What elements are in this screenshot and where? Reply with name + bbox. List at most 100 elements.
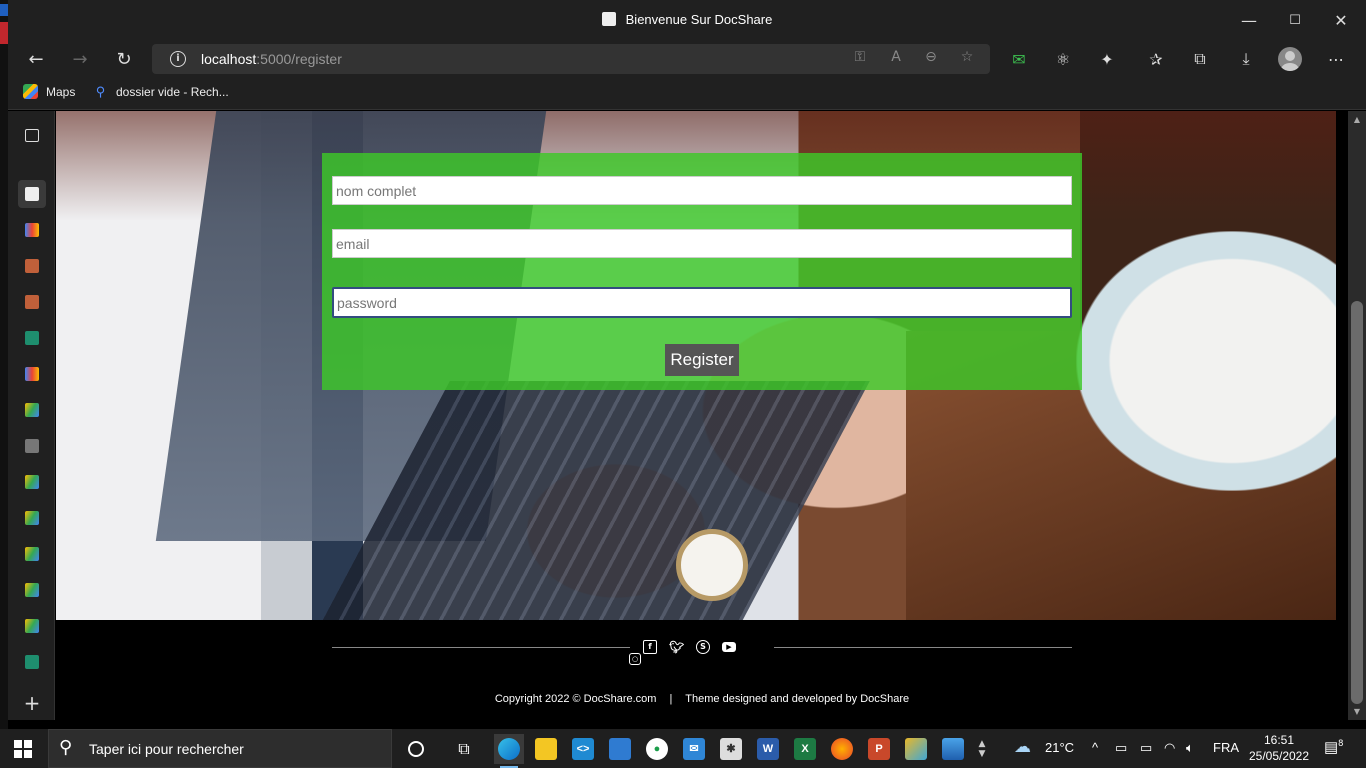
more-menu-icon[interactable]: ⋯ <box>1320 44 1352 74</box>
hero-watch <box>676 529 748 601</box>
address-bar[interactable]: i localhost:5000/register ⚿ A ⊖ ☆ <box>152 44 990 74</box>
favorite-label: dossier vide - Rech... <box>116 84 229 99</box>
tab-drive-6[interactable] <box>18 612 46 640</box>
tab-meet[interactable] <box>18 324 46 352</box>
email-input[interactable] <box>332 229 1072 258</box>
taskbar-overflow[interactable]: ▲ ▼ <box>974 734 990 764</box>
scroll-up-icon[interactable]: ▲ <box>1351 115 1363 125</box>
maps-icon <box>23 84 38 99</box>
key-icon[interactable]: ⚿ <box>850 49 870 69</box>
refresh-button[interactable]: ↻ <box>108 44 140 74</box>
cortana-icon <box>408 741 424 757</box>
password-input[interactable] <box>332 287 1072 318</box>
tab-meet-2[interactable] <box>18 648 46 676</box>
hero-sleeve <box>1076 231 1336 491</box>
favorite-maps[interactable]: Maps <box>23 84 75 99</box>
downloads-icon[interactable]: ⤓ <box>1230 44 1262 74</box>
scroll-down-icon[interactable]: ▼ <box>1351 707 1363 717</box>
clock[interactable]: 16:51 25/05/2022 <box>1248 732 1310 764</box>
forward-arrow-icon: → <box>72 48 88 70</box>
facebook-icon[interactable]: f <box>643 640 657 654</box>
page-scrollbar[interactable]: ▲ ▼ <box>1348 111 1366 720</box>
chevron-up-icon: ▲ <box>978 739 986 749</box>
extension-mail-icon[interactable]: ✉ <box>1003 44 1035 74</box>
tab-gmail[interactable] <box>18 216 46 244</box>
chevron-down-icon: ▼ <box>978 749 986 759</box>
drive-icon <box>25 475 39 489</box>
collections-icon[interactable]: ⧉ <box>1184 44 1216 74</box>
app-icon: ✱ <box>720 738 742 760</box>
minimize-button[interactable]: — <box>1226 0 1272 40</box>
footer-divider-left <box>332 647 630 648</box>
register-button[interactable]: Register <box>665 344 739 376</box>
weather-temperature[interactable]: 21°C <box>1045 740 1074 755</box>
notifications-button[interactable]: ▤8 <box>1324 738 1343 756</box>
wifi-icon[interactable]: ◠ <box>1164 740 1175 756</box>
site-info-icon[interactable]: i <box>170 51 186 67</box>
store-icon <box>609 738 631 760</box>
youtube-icon[interactable]: ▶ <box>722 642 736 652</box>
tab-docshare[interactable] <box>18 180 46 208</box>
url-text[interactable]: localhost:5000/register <box>201 51 342 67</box>
twitter-icon[interactable]: 🐦︎ <box>669 640 684 654</box>
extensions-puzzle-icon[interactable]: ✦ <box>1091 44 1123 74</box>
meet-icon <box>25 655 39 669</box>
taskbar-photos[interactable] <box>938 734 968 764</box>
skype-icon[interactable]: S <box>696 640 710 654</box>
start-button[interactable] <box>14 740 32 758</box>
weather-icon[interactable]: ☁ <box>1014 737 1031 757</box>
mail-icon: ✉ <box>683 738 705 760</box>
taskbar-store[interactable] <box>605 734 635 764</box>
vertical-tabs-sidebar: + <box>8 111 55 720</box>
battery-icon[interactable]: ▭ <box>1140 740 1152 756</box>
read-aloud-icon[interactable]: A <box>886 49 906 69</box>
scrollbar-thumb[interactable] <box>1351 301 1363 704</box>
tab-panel-toggle-icon[interactable] <box>18 121 46 149</box>
favorite-search[interactable]: ⚲ dossier vide - Rech... <box>93 84 229 99</box>
maximize-button[interactable]: ☐ <box>1272 0 1318 40</box>
tab-drive-2[interactable] <box>18 468 46 496</box>
meet-now-icon[interactable]: ▭ <box>1115 740 1127 756</box>
taskbar-file-explorer[interactable] <box>531 734 561 764</box>
close-window-button[interactable]: ✕ <box>1318 0 1364 40</box>
tab-doc[interactable] <box>18 432 46 460</box>
taskbar-app2[interactable] <box>901 734 931 764</box>
cortana-button[interactable] <box>401 734 431 764</box>
taskbar-word[interactable]: W <box>753 734 783 764</box>
taskbar-excel[interactable]: X <box>790 734 820 764</box>
window-title-text: Bienvenue Sur DocShare <box>625 12 773 27</box>
full-name-input[interactable] <box>332 176 1072 205</box>
word-icon: W <box>757 738 779 760</box>
volume-icon[interactable]: 🔈︎ <box>1186 740 1194 756</box>
taskbar-edge[interactable] <box>494 734 524 768</box>
tab-app-a[interactable] <box>18 252 46 280</box>
new-tab-button[interactable]: + <box>18 689 46 717</box>
forward-button[interactable]: → <box>64 44 96 74</box>
taskbar-search-placeholder: Taper ici pour rechercher <box>89 741 244 757</box>
tab-drive-4[interactable] <box>18 540 46 568</box>
browser-toolbar: ← → ↻ i localhost:5000/register ⚿ A ⊖ ☆ … <box>8 40 1366 78</box>
react-devtools-icon[interactable]: ⚛ <box>1047 44 1079 74</box>
tray-expand-icon[interactable]: ^ <box>1092 740 1098 755</box>
taskbar-search[interactable]: ⚲ Taper ici pour rechercher <box>48 729 392 768</box>
instagram-icon[interactable]: ○ <box>629 653 641 665</box>
taskbar-mail[interactable]: ✉ <box>679 734 709 764</box>
profile-avatar[interactable] <box>1278 47 1302 71</box>
favorites-icon[interactable]: ✰ <box>1140 44 1172 74</box>
tab-gmail-2[interactable] <box>18 360 46 388</box>
taskbar-powerpoint[interactable]: P <box>864 734 894 764</box>
taskbar-app[interactable]: ✱ <box>716 734 746 764</box>
taskbar-vscode[interactable]: <> <box>568 734 598 764</box>
taskbar-evernote[interactable]: ● <box>642 734 672 764</box>
back-arrow-icon: ← <box>28 48 44 70</box>
tab-drive-1[interactable] <box>18 396 46 424</box>
back-button[interactable]: ← <box>20 44 52 74</box>
zoom-icon[interactable]: ⊖ <box>921 49 941 69</box>
add-favorite-icon[interactable]: ☆ <box>957 49 977 69</box>
tab-drive-3[interactable] <box>18 504 46 532</box>
tab-drive-5[interactable] <box>18 576 46 604</box>
task-view-button[interactable]: ⧉ <box>449 734 479 764</box>
language-indicator[interactable]: FRA <box>1213 740 1239 755</box>
taskbar-firefox[interactable] <box>827 734 857 764</box>
tab-app-b[interactable] <box>18 288 46 316</box>
